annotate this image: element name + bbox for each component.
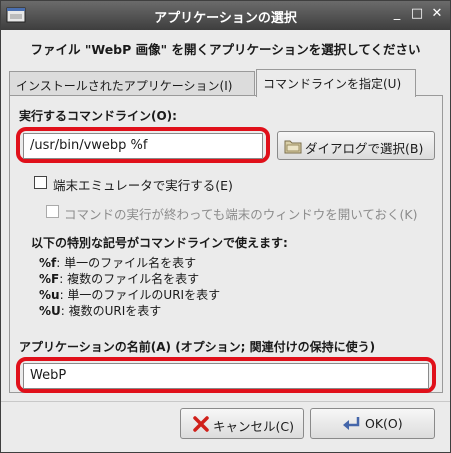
cancel-button[interactable]: キャンセル(C) [180,408,304,439]
codes-list: %f: 単一のファイル名を表す %F: 複数のファイル名を表す %u: 単一のフ… [39,255,220,319]
window-title: アプリケーションの選択 [154,11,297,26]
list-item: %u: 単一のファイルのURIを表す [39,288,221,302]
close-icon[interactable]: ✕ [429,6,445,22]
tab-installed-apps[interactable]: インストールされたアプリケーション(I) [9,71,255,96]
codes-title: 以下の特別な記号がコマンドラインで使えます: [31,236,288,250]
browse-dialog-button[interactable]: ダイアログで選択(B) [277,131,435,160]
tab-custom-command[interactable]: コマンドラインを指定(U) [256,69,416,97]
terminal-checkbox[interactable] [34,176,47,189]
command-label: 実行するコマンドライン(O): [19,109,177,123]
ok-button[interactable]: OK(O) [310,408,435,439]
keep-open-checkbox-label: コマンドの実行が終わっても端末のウィンドウを開いておく(K) [64,207,418,222]
ok-button-label: OK(O) [365,416,403,431]
cancel-x-icon [193,416,209,432]
list-item: %f: 単一のファイル名を表す [39,256,197,270]
dialog-heading: ファイル "WebP 画像" を開くアプリケーションを選択してください [30,42,421,57]
keep-open-checkbox [46,205,59,218]
browse-dialog-label: ダイアログで選択(B) [305,141,424,156]
list-item: %U: 複数のURIを表す [39,304,162,318]
app-chooser-dialog: アプリケーションの選択 _ □ ✕ ファイル "WebP 画像" を開くアプリケ… [0,0,451,453]
app-name-input[interactable]: WebP [23,363,429,389]
terminal-checkbox-label[interactable]: 端末エミュレータで実行する(E) [53,175,233,194]
maximize-icon[interactable]: □ [409,6,425,22]
cancel-button-label: キャンセル(C) [213,419,294,434]
folder-icon [284,140,302,154]
command-input[interactable]: /usr/bin/vwebp %f [23,133,263,159]
enter-arrow-icon [343,417,360,430]
list-item: %F: 複数のファイル名を表す [39,272,200,286]
app-name-label: アプリケーションの名前(A) (オプション; 関連付けの保持に使う) [19,340,376,354]
title-bar: アプリケーションの選択 _ □ ✕ [1,1,450,30]
minimize-icon[interactable]: _ [389,6,405,22]
button-separator [1,401,450,402]
